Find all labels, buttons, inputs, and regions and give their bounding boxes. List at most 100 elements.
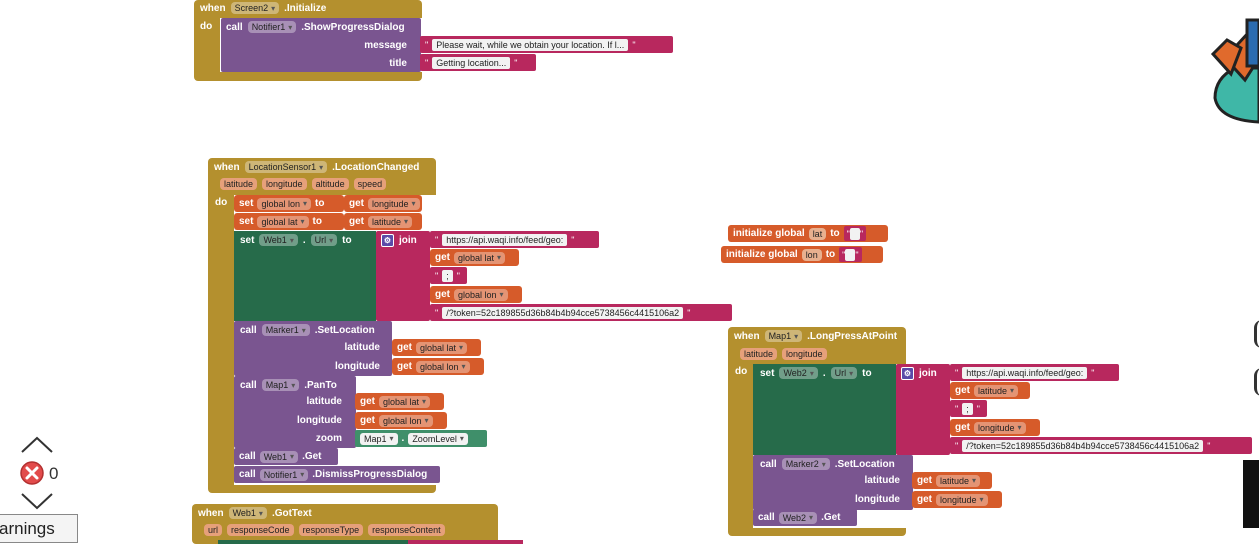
dismiss-progress-dialog-block[interactable]: call Notifier1 .DismissProgressDialog — [234, 466, 440, 483]
variable-dropdown-longitude[interactable]: longitude — [936, 493, 988, 506]
component-dropdown-web2[interactable]: Web2 — [779, 367, 818, 379]
token-text-block[interactable]: "/?token=52c189855d36b84b4b94cce5738456c… — [430, 304, 732, 321]
param-longitude[interactable]: longitude — [782, 348, 827, 360]
component-dropdown-screen2[interactable]: Screen2 — [230, 2, 280, 14]
empty-text-value[interactable] — [849, 227, 860, 240]
gottext-body-pink-block[interactable] — [408, 540, 523, 544]
component-dropdown-notifier1[interactable]: Notifier1 — [259, 468, 309, 481]
token-text[interactable]: /?token=52c189855d36b84b4b94cce5738456c4… — [962, 439, 1204, 452]
show-progress-dialog-block[interactable]: call Notifier1 .ShowProgressDialog messa… — [221, 18, 421, 72]
next-warning-arrow-icon[interactable] — [20, 492, 54, 510]
set-global-lat-block[interactable]: set global lat to — [234, 213, 344, 230]
token-text[interactable]: /?token=52c189855d36b84b4b94cce5738456c4… — [442, 306, 684, 319]
get-global-lat-block[interactable]: get global lat — [430, 249, 519, 266]
variable-dropdown-global-lat[interactable]: global lat — [454, 251, 506, 264]
join-block[interactable]: ⚙ join — [896, 364, 950, 455]
map1-panto-block[interactable]: call Map1 .PanTo latitude longitude zoom — [234, 376, 356, 448]
map1-zoomlevel-getter-block[interactable]: Map1 . ZoomLevel — [355, 430, 487, 447]
get-global-lon-block[interactable]: get global lon — [430, 286, 522, 303]
empty-text-block[interactable]: " " — [843, 226, 867, 241]
param-responsecode[interactable]: responseCode — [227, 524, 294, 536]
url-prefix-text[interactable]: https://api.waqi.info/feed/geo: — [962, 366, 1088, 379]
workspace-scrollbar[interactable] — [1243, 460, 1259, 528]
get-global-lon-block[interactable]: get global lon — [355, 412, 447, 429]
separator-text[interactable]: ; — [442, 269, 453, 282]
variable-dropdown-latitude[interactable]: latitude — [368, 215, 413, 228]
param-responsetype[interactable]: responseType — [298, 524, 364, 536]
variable-dropdown-global-lon[interactable]: global lon — [257, 197, 311, 210]
marker1-setlocation-block[interactable]: call Marker1 .SetLocation latitude longi… — [234, 321, 392, 376]
set-global-lon-block[interactable]: set global lon to — [234, 195, 344, 212]
variable-dropdown-global-lon[interactable]: global lon — [454, 288, 508, 301]
component-dropdown-map1[interactable]: Map1 — [261, 379, 300, 391]
variable-dropdown-global-lat[interactable]: global lat — [416, 341, 468, 354]
zoom-out-icon[interactable] — [1254, 368, 1259, 396]
variable-dropdown-latitude[interactable]: latitude — [936, 474, 981, 487]
component-dropdown-web2[interactable]: Web2 — [778, 511, 818, 524]
param-responsecontent[interactable]: responseContent — [368, 524, 445, 536]
variable-dropdown-global-lon[interactable]: global lon — [379, 414, 433, 427]
mutator-gear-icon[interactable]: ⚙ — [381, 234, 394, 247]
get-global-lon-block[interactable]: get global lon — [392, 358, 484, 375]
gottext-body-green-block[interactable] — [218, 540, 408, 544]
component-dropdown-web1[interactable]: Web1 — [228, 507, 267, 519]
variable-dropdown-longitude[interactable]: longitude — [368, 197, 420, 210]
component-dropdown-marker1[interactable]: Marker1 — [261, 324, 310, 336]
get-longitude-block[interactable]: get longitude — [912, 491, 1002, 508]
message-text-value[interactable]: Please wait, while we obtain your locati… — [432, 38, 629, 51]
param-speed[interactable]: speed — [353, 178, 387, 190]
url-prefix-text-block[interactable]: " https://api.waqi.info/feed/geo: " — [430, 231, 599, 248]
join-block[interactable]: ⚙ join — [376, 231, 430, 321]
set-web1-url-block[interactable]: set Web1 . Url to — [234, 231, 376, 321]
web1-gottext-event-block[interactable]: when Web1 .GotText url responseCode resp… — [192, 504, 498, 544]
component-dropdown-notifier1[interactable]: Notifier1 — [247, 21, 297, 33]
title-text-value[interactable]: Getting location... — [432, 56, 511, 69]
variable-dropdown-global-lon[interactable]: global lon — [416, 360, 470, 373]
variable-dropdown-global-lat[interactable]: global lat — [257, 215, 309, 228]
marker2-setlocation-block[interactable]: call Marker2 .SetLocation latitude longi… — [753, 455, 913, 510]
get-global-lat-block[interactable]: get global lat — [355, 393, 444, 410]
get-latitude-block[interactable]: get latitude — [344, 213, 422, 230]
param-longitude[interactable]: longitude — [262, 178, 307, 190]
param-url[interactable]: url — [204, 524, 223, 536]
zoom-in-icon[interactable] — [1254, 320, 1259, 348]
toggle-warnings-button[interactable]: arnings — [0, 514, 78, 543]
separator-text-block[interactable]: "; " — [950, 400, 987, 417]
initialize-global-lat-block[interactable]: initialize global lat to " " — [728, 225, 888, 242]
separator-text-block[interactable]: "; " — [430, 267, 467, 284]
property-dropdown-zoomlevel[interactable]: ZoomLevel — [408, 432, 468, 445]
get-latitude-block[interactable]: get latitude — [950, 382, 1030, 399]
component-dropdown-marker2[interactable]: Marker2 — [781, 458, 830, 470]
trash-can-icon[interactable] — [1205, 18, 1259, 128]
empty-text-block[interactable]: " " — [839, 247, 862, 262]
component-dropdown-map1[interactable]: Map1 — [764, 330, 803, 342]
component-dropdown-web1[interactable]: Web1 — [259, 450, 299, 463]
get-longitude-block[interactable]: get longitude — [950, 419, 1040, 436]
component-dropdown-map1[interactable]: Map1 — [360, 432, 398, 445]
message-text-block[interactable]: " Please wait, while we obtain your locat… — [420, 36, 673, 53]
param-latitude[interactable]: latitude — [220, 178, 258, 190]
property-dropdown-url[interactable]: Url — [830, 367, 858, 379]
get-latitude-block[interactable]: get latitude — [912, 472, 992, 489]
separator-text[interactable]: ; — [962, 402, 973, 415]
initialize-global-lon-block[interactable]: initialize global lon to " " — [721, 246, 883, 263]
get-longitude-block[interactable]: get longitude — [344, 195, 422, 212]
url-prefix-text-block[interactable]: " https://api.waqi.info/feed/geo: " — [950, 364, 1119, 381]
url-prefix-text[interactable]: https://api.waqi.info/feed/geo: — [442, 233, 568, 246]
web2-get-block[interactable]: call Web2 .Get — [753, 509, 857, 526]
variable-dropdown-latitude[interactable]: latitude — [974, 384, 1019, 397]
web1-get-block[interactable]: call Web1 .Get — [234, 448, 338, 465]
property-dropdown-url[interactable]: Url — [310, 234, 338, 246]
variable-dropdown-longitude[interactable]: longitude — [974, 421, 1026, 434]
token-text-block[interactable]: "/?token=52c189855d36b84b4b94cce5738456c… — [950, 437, 1252, 454]
empty-text-value[interactable] — [845, 248, 856, 261]
variable-dropdown-global-lat[interactable]: global lat — [379, 395, 431, 408]
get-global-lat-block[interactable]: get global lat — [392, 339, 481, 356]
previous-warning-arrow-icon[interactable] — [20, 436, 54, 454]
component-dropdown-locationsensor1[interactable]: LocationSensor1 — [244, 161, 328, 173]
global-var-name-lon[interactable]: lon — [801, 248, 822, 261]
mutator-gear-icon[interactable]: ⚙ — [901, 367, 914, 380]
param-altitude[interactable]: altitude — [311, 178, 349, 190]
param-latitude[interactable]: latitude — [740, 348, 778, 360]
global-var-name-lat[interactable]: lat — [808, 227, 827, 240]
